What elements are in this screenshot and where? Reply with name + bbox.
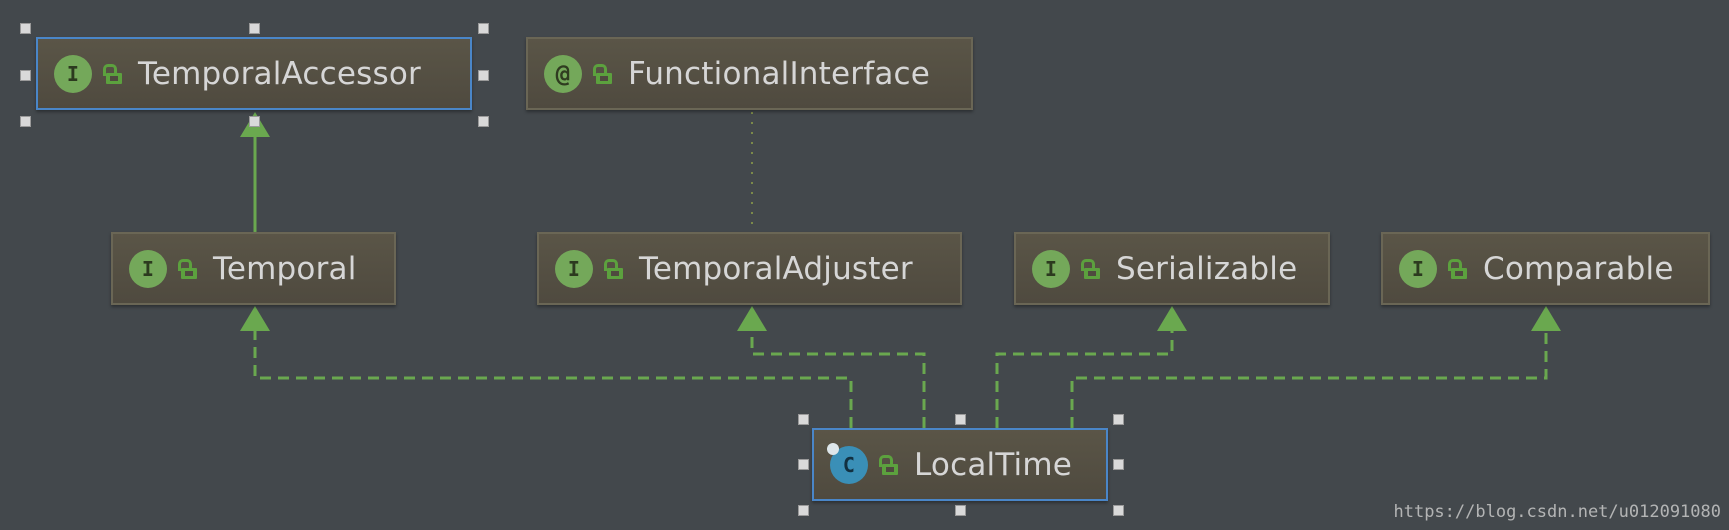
edge-local-time-implements-serializable (995, 306, 1187, 428)
arrowhead (737, 306, 767, 331)
resize-handle[interactable] (20, 70, 31, 81)
resize-handle[interactable] (478, 23, 489, 34)
lock-icon (1447, 258, 1469, 280)
lock-icon (177, 258, 199, 280)
node-local-time[interactable]: C LocalTime (812, 428, 1108, 501)
interface-icon: I (129, 249, 167, 288)
class-icon: C (827, 442, 868, 484)
node-label: Serializable (1116, 250, 1298, 287)
resize-handle[interactable] (1113, 414, 1124, 425)
interface-icon: I (1032, 249, 1070, 288)
resize-handle[interactable] (249, 23, 260, 34)
resize-handle[interactable] (478, 116, 489, 127)
node-label: TemporalAccessor (138, 55, 421, 92)
resize-handle[interactable] (1113, 459, 1124, 470)
resize-handle[interactable] (798, 505, 809, 516)
node-temporal[interactable]: I Temporal (111, 232, 396, 305)
resize-handle[interactable] (955, 414, 966, 425)
edge-local-time-implements-temporal-adjuster (737, 306, 926, 428)
node-functional-interface[interactable]: @ FunctionalInterface (526, 37, 973, 110)
node-label: Comparable (1483, 250, 1674, 287)
lock-icon (102, 63, 124, 85)
edge-local-time-implements-comparable (1070, 306, 1561, 428)
node-label: Temporal (213, 250, 357, 287)
interface-icon: I (555, 249, 593, 288)
node-comparable[interactable]: I Comparable (1381, 232, 1710, 305)
lock-icon (592, 63, 614, 85)
lock-icon (1080, 258, 1102, 280)
node-serializable[interactable]: I Serializable (1014, 232, 1330, 305)
node-label: TemporalAdjuster (639, 250, 913, 287)
resize-handle[interactable] (1113, 505, 1124, 516)
annotation-icon: @ (544, 54, 582, 93)
resize-handle[interactable] (20, 23, 31, 34)
resize-handle[interactable] (20, 116, 31, 127)
arrowhead (240, 306, 270, 331)
arrowhead (1531, 306, 1561, 331)
interface-icon: I (54, 54, 92, 93)
interface-icon: I (1399, 249, 1437, 288)
resize-handle[interactable] (955, 505, 966, 516)
resize-handle[interactable] (798, 459, 809, 470)
node-temporal-accessor[interactable]: I TemporalAccessor (36, 37, 472, 110)
arrowhead (1157, 306, 1187, 331)
resize-handle[interactable] (249, 116, 260, 127)
watermark-url: https://blog.csdn.net/u012091080 (1393, 502, 1721, 522)
resize-handle[interactable] (798, 414, 809, 425)
edge-temporal-extends-temporal-accessor (240, 112, 270, 232)
resize-handle[interactable] (478, 70, 489, 81)
node-label: LocalTime (914, 446, 1073, 483)
node-temporal-adjuster[interactable]: I TemporalAdjuster (537, 232, 962, 305)
node-label: FunctionalInterface (628, 55, 931, 92)
lock-icon (878, 454, 900, 476)
lock-icon (603, 258, 625, 280)
